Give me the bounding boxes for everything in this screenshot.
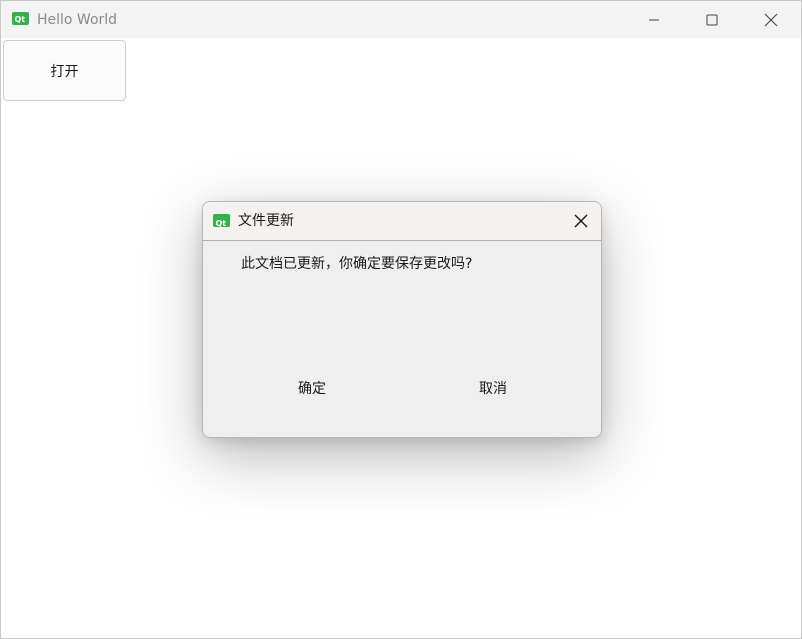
dialog-titlebar[interactable]: Qt 文件更新: [203, 202, 601, 241]
qt-logo-icon: Qt: [213, 214, 230, 228]
dialog-title: 文件更新: [238, 213, 294, 229]
ok-button[interactable]: 确定: [272, 376, 352, 400]
window-close-button[interactable]: [742, 1, 800, 38]
open-button[interactable]: 打开: [3, 40, 126, 101]
close-icon: [574, 214, 588, 228]
maximize-button[interactable]: [683, 1, 741, 38]
update-dialog: Qt 文件更新 此文档已更新，你确定要保存更改吗? 确定 取消: [202, 201, 602, 438]
window-title: Hello World: [37, 12, 118, 28]
window-titlebar[interactable]: Qt Hello World: [1, 1, 801, 38]
svg-text:Qt: Qt: [15, 15, 26, 24]
close-icon: [764, 13, 778, 26]
minimize-icon: [649, 19, 659, 20]
svg-text:Qt: Qt: [216, 219, 227, 228]
cancel-button[interactable]: 取消: [453, 376, 533, 400]
maximize-icon: [706, 14, 718, 25]
dialog-message: 此文档已更新，你确定要保存更改吗?: [241, 256, 473, 272]
qt-logo-icon: Qt: [12, 12, 29, 25]
dialog-close-button[interactable]: [569, 210, 593, 232]
minimize-button[interactable]: [625, 1, 683, 38]
